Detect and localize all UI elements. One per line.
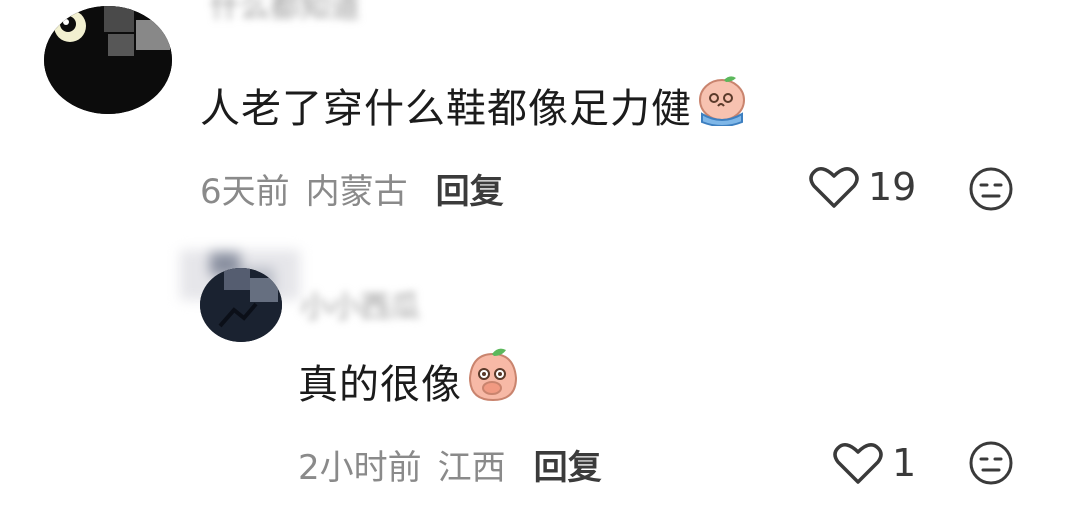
- comment-meta: 2小时前 江西 回复: [298, 440, 602, 489]
- like-button[interactable]: 1: [832, 440, 916, 486]
- neutral-face-icon: [968, 167, 1014, 216]
- heart-outline-icon: [832, 440, 884, 486]
- comment-text: 真的很像: [298, 348, 522, 414]
- reply-button[interactable]: 回复: [436, 164, 504, 213]
- react-button[interactable]: [968, 440, 1014, 490]
- avatar-image-icon: [200, 268, 282, 342]
- comment-location: 江西: [437, 448, 506, 488]
- username-blurred[interactable]: 什么都知道: [210, 0, 360, 26]
- user-avatar[interactable]: [200, 268, 282, 342]
- username-blurred[interactable]: 小小西瓜: [300, 282, 420, 326]
- reply-button[interactable]: 回复: [534, 440, 602, 489]
- crying-peach-emoji-icon: [694, 74, 750, 136]
- comment-time: 6天前: [200, 172, 290, 212]
- like-count: 19: [868, 165, 917, 209]
- comment-time: 2小时前: [298, 448, 422, 488]
- avatar-cat-icon: [44, 6, 172, 114]
- comment-body: 人老了穿什么鞋都像足力健: [200, 86, 692, 132]
- covering-mouth-peach-emoji-icon: [464, 348, 522, 414]
- heart-outline-icon: [808, 164, 860, 210]
- comment-body: 真的很像: [298, 362, 462, 408]
- user-avatar[interactable]: [44, 6, 172, 114]
- neutral-face-icon: [968, 441, 1014, 490]
- react-button[interactable]: [968, 166, 1014, 216]
- comment-location: 内蒙古: [305, 172, 408, 212]
- comment-meta: 6天前 内蒙古 回复: [200, 164, 504, 213]
- comment-text: 人老了穿什么鞋都像足力健: [200, 74, 750, 136]
- like-button[interactable]: 19: [808, 164, 916, 210]
- like-count: 1: [892, 441, 917, 485]
